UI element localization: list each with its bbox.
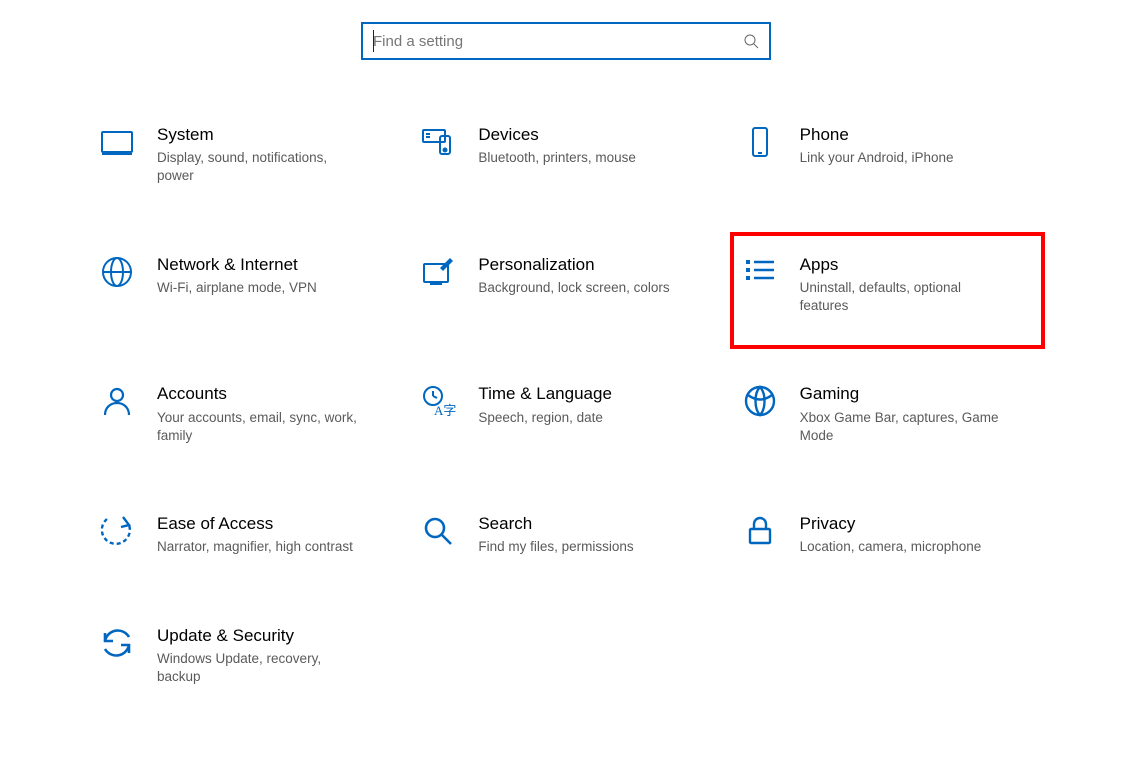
devices-icon: [420, 124, 456, 160]
tile-update-security[interactable]: Update & Security Windows Update, recove…: [95, 621, 394, 691]
search-icon: [743, 33, 759, 49]
tile-desc: Narrator, magnifier, high contrast: [157, 538, 353, 556]
tile-desc: Wi-Fi, airplane mode, VPN: [157, 279, 317, 297]
tile-title: Devices: [478, 124, 636, 145]
text-caret: [373, 30, 374, 52]
tile-desc: Bluetooth, printers, mouse: [478, 149, 636, 167]
tile-network[interactable]: Network & Internet Wi-Fi, airplane mode,…: [95, 250, 394, 320]
search-tile-icon: [420, 513, 456, 549]
tile-title: System: [157, 124, 362, 145]
tile-personalization[interactable]: Personalization Background, lock screen,…: [416, 250, 715, 320]
tile-title: Network & Internet: [157, 254, 317, 275]
accounts-icon: [99, 383, 135, 419]
tile-desc: Link your Android, iPhone: [800, 149, 954, 167]
tile-system[interactable]: System Display, sound, notifications, po…: [95, 120, 394, 190]
tile-phone[interactable]: Phone Link your Android, iPhone: [738, 120, 1037, 190]
tile-title: Search: [478, 513, 633, 534]
tile-privacy[interactable]: Privacy Location, camera, microphone: [738, 509, 1037, 560]
tile-desc: Uninstall, defaults, optional features: [800, 279, 1005, 315]
tile-apps[interactable]: Apps Uninstall, defaults, optional featu…: [730, 232, 1045, 350]
tile-time-language[interactable]: A字 Time & Language Speech, region, date: [416, 379, 715, 449]
tile-title: Time & Language: [478, 383, 612, 404]
personalization-icon: [420, 254, 456, 290]
tile-title: Accounts: [157, 383, 362, 404]
tile-desc: Find my files, permissions: [478, 538, 633, 556]
network-icon: [99, 254, 135, 290]
search-input-container[interactable]: [361, 22, 771, 60]
tile-title: Apps: [800, 254, 1005, 275]
search-input[interactable]: [373, 33, 735, 50]
svg-text:A字: A字: [434, 403, 456, 418]
time-language-icon: A字: [420, 383, 456, 419]
gaming-icon: [742, 383, 778, 419]
tile-desc: Display, sound, notifications, power: [157, 149, 362, 185]
phone-icon: [742, 124, 778, 160]
tile-ease-of-access[interactable]: Ease of Access Narrator, magnifier, high…: [95, 509, 394, 560]
settings-grid: System Display, sound, notifications, po…: [0, 120, 1132, 690]
tile-gaming[interactable]: Gaming Xbox Game Bar, captures, Game Mod…: [738, 379, 1037, 449]
tile-desc: Xbox Game Bar, captures, Game Mode: [800, 409, 1005, 445]
tile-desc: Your accounts, email, sync, work, family: [157, 409, 362, 445]
tile-desc: Speech, region, date: [478, 409, 612, 427]
tile-desc: Windows Update, recovery, backup: [157, 650, 362, 686]
tile-title: Gaming: [800, 383, 1005, 404]
apps-icon: [742, 254, 778, 290]
privacy-icon: [742, 513, 778, 549]
tile-title: Ease of Access: [157, 513, 353, 534]
tile-devices[interactable]: Devices Bluetooth, printers, mouse: [416, 120, 715, 190]
tile-title: Privacy: [800, 513, 982, 534]
update-security-icon: [99, 625, 135, 661]
system-icon: [99, 124, 135, 160]
tile-title: Phone: [800, 124, 954, 145]
tile-search[interactable]: Search Find my files, permissions: [416, 509, 715, 560]
tile-title: Update & Security: [157, 625, 362, 646]
tile-accounts[interactable]: Accounts Your accounts, email, sync, wor…: [95, 379, 394, 449]
tile-desc: Location, camera, microphone: [800, 538, 982, 556]
tile-title: Personalization: [478, 254, 669, 275]
tile-desc: Background, lock screen, colors: [478, 279, 669, 297]
ease-of-access-icon: [99, 513, 135, 549]
